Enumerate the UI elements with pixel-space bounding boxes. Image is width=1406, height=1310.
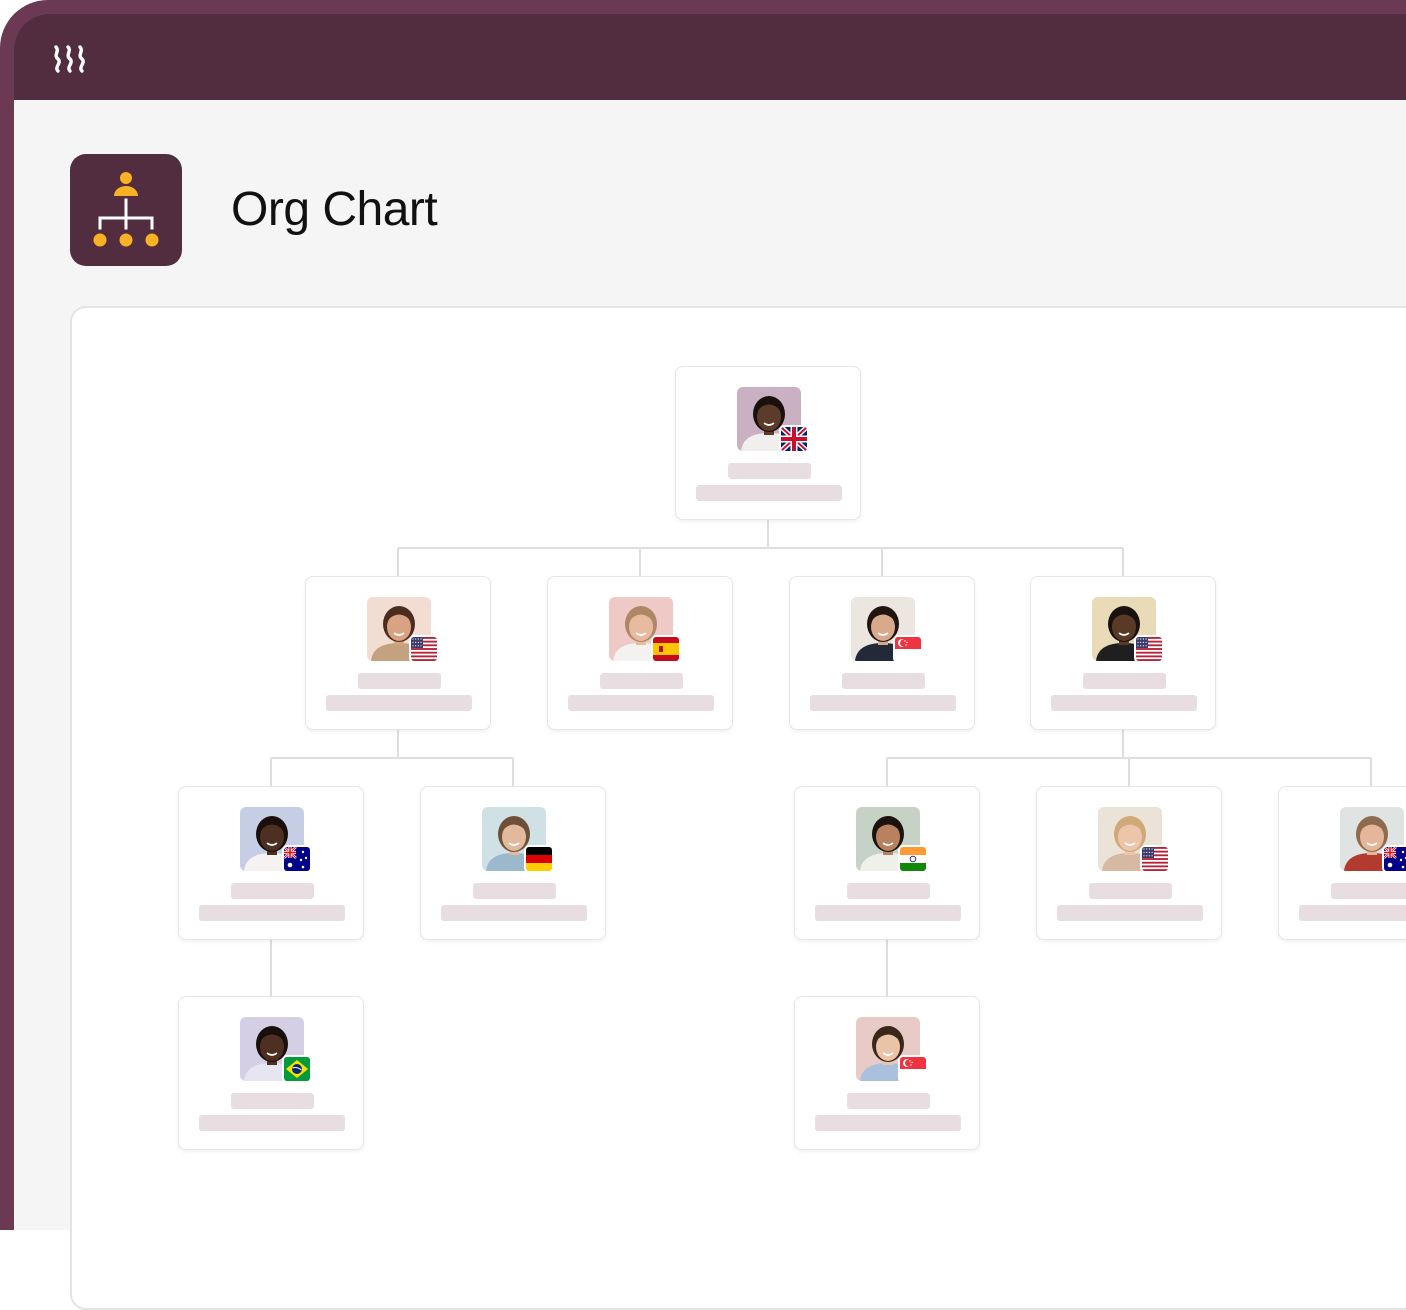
org-chart-icon bbox=[70, 154, 182, 266]
name-placeholder bbox=[473, 883, 556, 899]
india-flag-icon bbox=[898, 845, 928, 873]
singapore-flag-icon bbox=[898, 1055, 928, 1083]
page-title: Org Chart bbox=[231, 183, 438, 236]
brand-logo-icon[interactable] bbox=[52, 44, 92, 74]
org-node-card[interactable] bbox=[789, 576, 975, 730]
title-placeholder bbox=[810, 695, 956, 711]
title-placeholder bbox=[815, 1115, 961, 1131]
spain-flag-icon bbox=[651, 635, 681, 663]
name-placeholder bbox=[1331, 883, 1406, 899]
org-node-card[interactable] bbox=[178, 996, 364, 1150]
name-placeholder bbox=[231, 883, 314, 899]
name-placeholder bbox=[231, 1093, 314, 1109]
brazil-flag-icon bbox=[282, 1055, 312, 1083]
org-node-card[interactable] bbox=[675, 366, 861, 520]
content-area: Org Chart bbox=[14, 100, 1406, 1310]
australia-flag-icon bbox=[282, 845, 312, 873]
usa-flag-icon bbox=[409, 635, 439, 663]
title-placeholder bbox=[199, 905, 345, 921]
title-placeholder bbox=[1299, 905, 1406, 921]
org-node-card[interactable] bbox=[794, 996, 980, 1150]
title-placeholder bbox=[1057, 905, 1203, 921]
title-placeholder bbox=[1051, 695, 1197, 711]
org-node-card[interactable] bbox=[1030, 576, 1216, 730]
title-placeholder bbox=[326, 695, 472, 711]
title-placeholder bbox=[696, 485, 842, 501]
singapore-flag-icon bbox=[893, 635, 923, 663]
usa-flag-icon bbox=[1140, 845, 1170, 873]
name-placeholder bbox=[600, 673, 683, 689]
org-node-card[interactable] bbox=[1036, 786, 1222, 940]
org-node-card[interactable] bbox=[178, 786, 364, 940]
usa-flag-icon bbox=[1134, 635, 1164, 663]
org-node-card[interactable] bbox=[420, 786, 606, 940]
germany-flag-icon bbox=[524, 845, 554, 873]
australia-flag-icon bbox=[1382, 845, 1406, 873]
top-bar bbox=[14, 14, 1406, 100]
name-placeholder bbox=[1089, 883, 1172, 899]
name-placeholder bbox=[1083, 673, 1166, 689]
uk-flag-icon bbox=[779, 425, 809, 453]
org-node-card[interactable] bbox=[547, 576, 733, 730]
name-placeholder bbox=[842, 673, 925, 689]
title-placeholder bbox=[441, 905, 587, 921]
org-chart-panel bbox=[70, 306, 1406, 1310]
title-placeholder bbox=[815, 905, 961, 921]
title-placeholder bbox=[568, 695, 714, 711]
name-placeholder bbox=[728, 463, 811, 479]
org-node-card[interactable] bbox=[1278, 786, 1406, 940]
name-placeholder bbox=[358, 673, 441, 689]
org-node-card[interactable] bbox=[305, 576, 491, 730]
org-node-card[interactable] bbox=[794, 786, 980, 940]
name-placeholder bbox=[847, 1093, 930, 1109]
title-placeholder bbox=[199, 1115, 345, 1131]
app-frame: Org Chart bbox=[0, 0, 1406, 1310]
name-placeholder bbox=[847, 883, 930, 899]
